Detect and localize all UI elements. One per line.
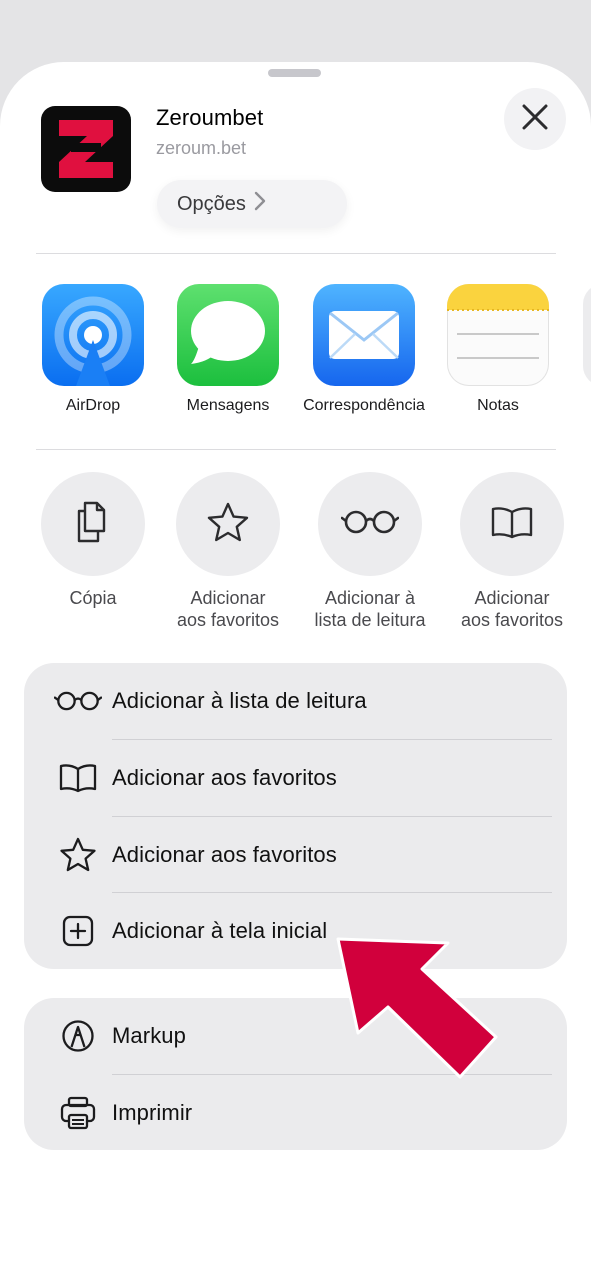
- menu-item-label: Imprimir: [112, 1100, 193, 1125]
- glasses-icon: [54, 681, 102, 721]
- app-label: Correspondência: [303, 397, 425, 414]
- menu-item-label: Adicionar à tela inicial: [112, 918, 328, 943]
- action-label: Cópia: [69, 588, 117, 608]
- app-label: AirDrop: [65, 397, 121, 414]
- menu-item-label: Adicionar à lista de leitura: [112, 688, 367, 713]
- messages-icon: [177, 284, 279, 386]
- divider: [36, 253, 556, 254]
- action-copy[interactable]: Cópia: [23, 472, 163, 609]
- book-icon: [54, 758, 102, 798]
- share-apps-row: AirDrop Mensagens Correspondência Notas: [0, 284, 591, 424]
- app-name: Zeroumbet: [156, 105, 264, 130]
- action-add-reading-list[interactable]: Adicionar à lista de leitura: [300, 472, 440, 631]
- menu-item-label: Markup: [112, 1023, 186, 1048]
- action-circle: [318, 472, 422, 576]
- app-airdrop[interactable]: AirDrop: [25, 284, 161, 415]
- action-circle: [176, 472, 280, 576]
- menu-item-add-reading-list[interactable]: Adicionar à lista de leitura: [24, 663, 567, 739]
- options-button[interactable]: Opções: [157, 180, 347, 228]
- action-label-line2: aos favoritos: [460, 610, 564, 630]
- plus-square-icon: [54, 911, 102, 951]
- app-notes[interactable]: Notas: [430, 284, 566, 415]
- highlight-arrow: [330, 935, 510, 1085]
- star-icon: [54, 835, 102, 875]
- action-label-line2: aos favoritos: [176, 610, 280, 630]
- divider: [36, 449, 556, 450]
- sheet-grabber[interactable]: [268, 69, 321, 77]
- airdrop-icon: [42, 284, 144, 386]
- mail-icon: [313, 284, 415, 386]
- menu-item-label: Adicionar aos favoritos: [112, 765, 337, 790]
- close-button[interactable]: [504, 88, 566, 150]
- action-circle: [460, 472, 564, 576]
- action-add-favorites[interactable]: Adicionar aos favoritos: [158, 472, 298, 631]
- star-icon: [206, 501, 250, 548]
- action-label: Adicionar: [474, 588, 550, 608]
- action-add-bookmarks[interactable]: Adicionar aos favoritos: [442, 472, 582, 631]
- more-apps-peek[interactable]: [583, 284, 591, 386]
- menu-item-add-favorites[interactable]: Adicionar aos favoritos: [24, 817, 567, 893]
- app-messages[interactable]: Mensagens: [160, 284, 296, 415]
- action-circle: [41, 472, 145, 576]
- chevron-right-icon: [254, 191, 266, 217]
- menu-item-add-bookmarks[interactable]: Adicionar aos favoritos: [24, 740, 567, 816]
- copy-icon: [73, 499, 113, 550]
- book-icon: [490, 505, 534, 544]
- glasses-icon: [340, 509, 400, 540]
- menu-item-label: Adicionar aos favoritos: [112, 842, 337, 867]
- app-mail[interactable]: Correspondência: [296, 284, 432, 415]
- zeroumbet-logo: [41, 106, 131, 192]
- menu-item-print[interactable]: Imprimir: [24, 1075, 567, 1150]
- notes-icon: [447, 284, 549, 386]
- share-actions-row: Cópia Adicionar aos favoritos Adicionar …: [0, 472, 591, 642]
- action-label: Adicionar: [190, 588, 266, 608]
- action-label-line2: lista de leitura: [314, 610, 426, 630]
- printer-icon: [54, 1093, 102, 1133]
- menu-group-add: Adicionar à lista de leitura Adicionar a…: [24, 663, 567, 969]
- app-label: Notas: [477, 397, 519, 414]
- action-label: Adicionar à: [324, 588, 416, 608]
- options-label: Opções: [177, 192, 246, 215]
- app-url: zeroum.bet: [156, 138, 247, 158]
- close-icon: [521, 103, 549, 136]
- app-label: Mensagens: [186, 397, 270, 414]
- share-sheet: Zeroumbet zeroum.bet Opções AirDrop Mens…: [0, 62, 591, 1280]
- markup-icon: [54, 1016, 102, 1056]
